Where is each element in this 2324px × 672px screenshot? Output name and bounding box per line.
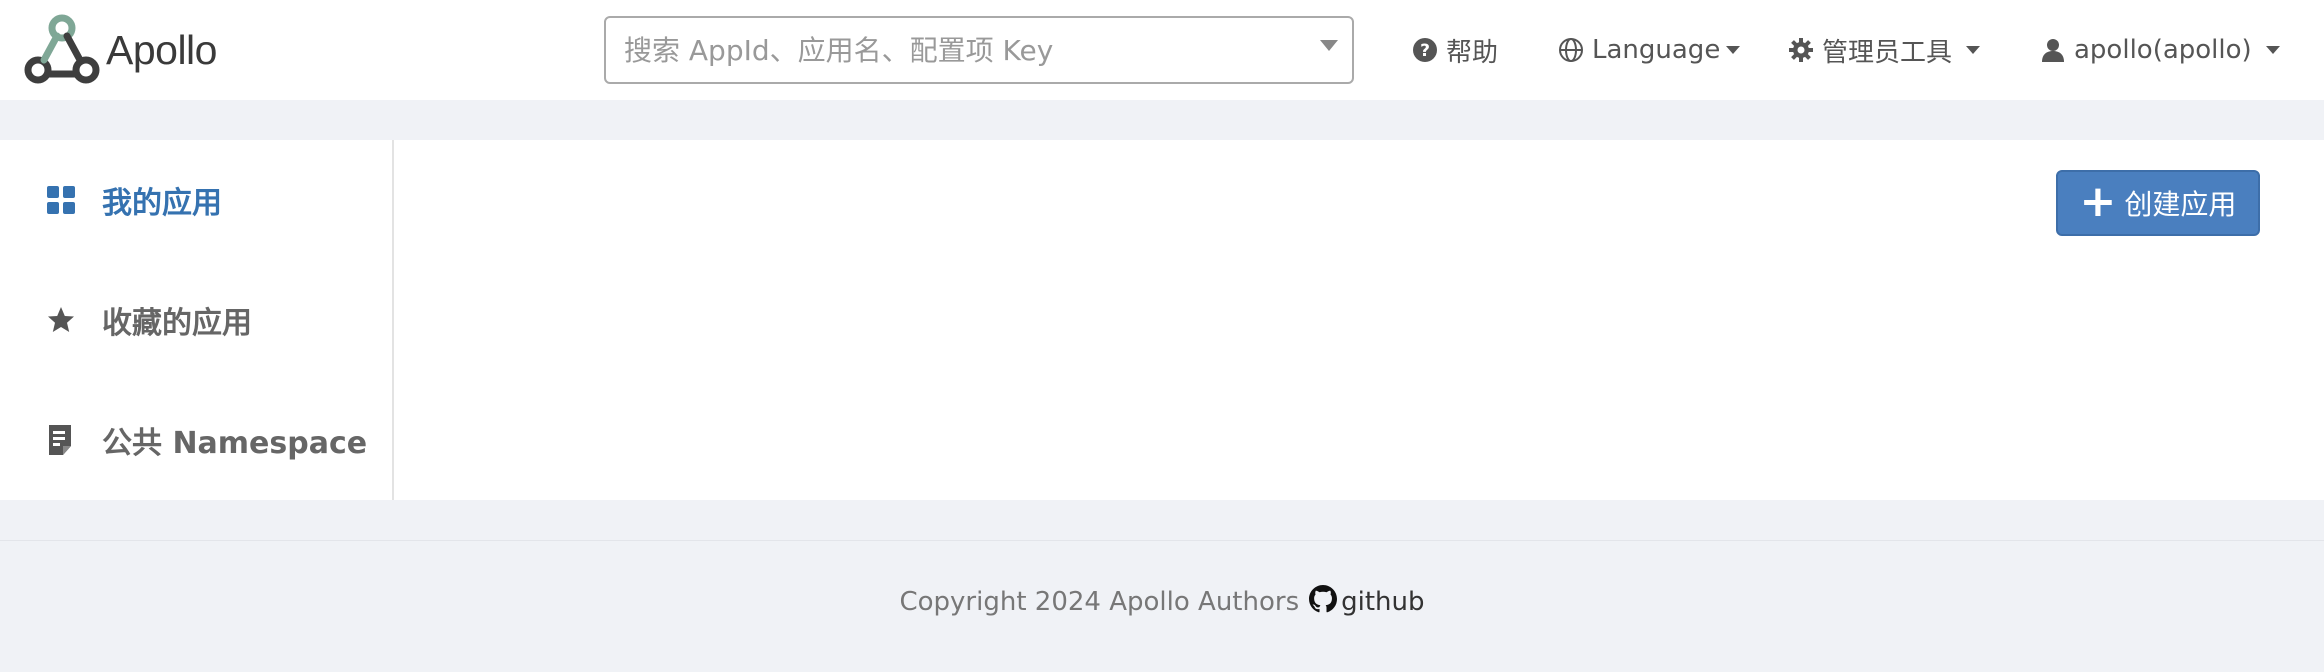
sidebar-item-my-apps[interactable]: 我的应用 xyxy=(46,175,222,225)
github-label: github xyxy=(1341,587,1425,617)
search-input[interactable] xyxy=(622,22,1302,78)
github-link[interactable]: github xyxy=(1309,584,1425,620)
caret-down-icon xyxy=(1966,46,1981,54)
footer: Copyright 2024 Apollo Authors github xyxy=(0,580,2324,624)
user-icon xyxy=(2040,37,2066,63)
chevron-down-icon[interactable] xyxy=(1320,40,1338,51)
sidebar-item-label: 公共 Namespace xyxy=(102,426,368,461)
create-app-label: 创建应用 xyxy=(2124,188,2237,221)
caret-down-icon xyxy=(1726,46,1741,54)
nav-admin-tools-label: 管理员工具 xyxy=(1822,37,1953,68)
sidebar-item-label: 我的应用 xyxy=(102,186,222,221)
star-icon xyxy=(46,305,102,335)
plus-icon: + xyxy=(2079,175,2117,227)
brand-name: Apollo xyxy=(106,26,217,73)
nav-help-label: 帮助 xyxy=(1446,37,1499,68)
sidebar: 我的应用 收藏的应用 公共 Namespace xyxy=(0,140,394,500)
document-icon xyxy=(46,424,102,456)
apollo-logo-icon xyxy=(24,14,100,86)
top-navbar: Apollo ? 帮助 Language xyxy=(0,0,2324,100)
search-box[interactable] xyxy=(604,16,1354,84)
sidebar-item-public-namespace[interactable]: 公共 Namespace xyxy=(46,415,367,465)
github-icon xyxy=(1309,584,1341,620)
sidebar-item-favorite-apps[interactable]: 收藏的应用 xyxy=(46,295,252,345)
nav-language[interactable]: Language xyxy=(1558,28,1741,72)
sidebar-item-label: 收藏的应用 xyxy=(102,306,252,341)
question-circle-icon: ? xyxy=(1412,37,1438,63)
grid-icon xyxy=(46,185,102,215)
nav-user-label: apollo(apollo) xyxy=(2074,35,2252,65)
footer-divider xyxy=(0,540,2324,541)
main-panel: 我的应用 收藏的应用 公共 Namespace + 创建应用 xyxy=(0,140,2324,500)
nav-user-menu[interactable]: apollo(apollo) xyxy=(2040,28,2280,72)
nav-language-label: Language xyxy=(1592,35,1721,65)
copyright-text: Copyright 2024 Apollo Authors xyxy=(899,587,1300,617)
brand[interactable]: Apollo xyxy=(24,14,217,86)
caret-down-icon xyxy=(2265,46,2280,54)
create-app-button[interactable]: + 创建应用 xyxy=(2056,170,2260,236)
nav-admin-tools[interactable]: 管理员工具 xyxy=(1788,28,1981,72)
gear-icon xyxy=(1788,37,1814,63)
nav-help[interactable]: ? 帮助 xyxy=(1412,28,1498,72)
svg-text:?: ? xyxy=(1420,41,1430,61)
globe-icon xyxy=(1558,37,1584,63)
